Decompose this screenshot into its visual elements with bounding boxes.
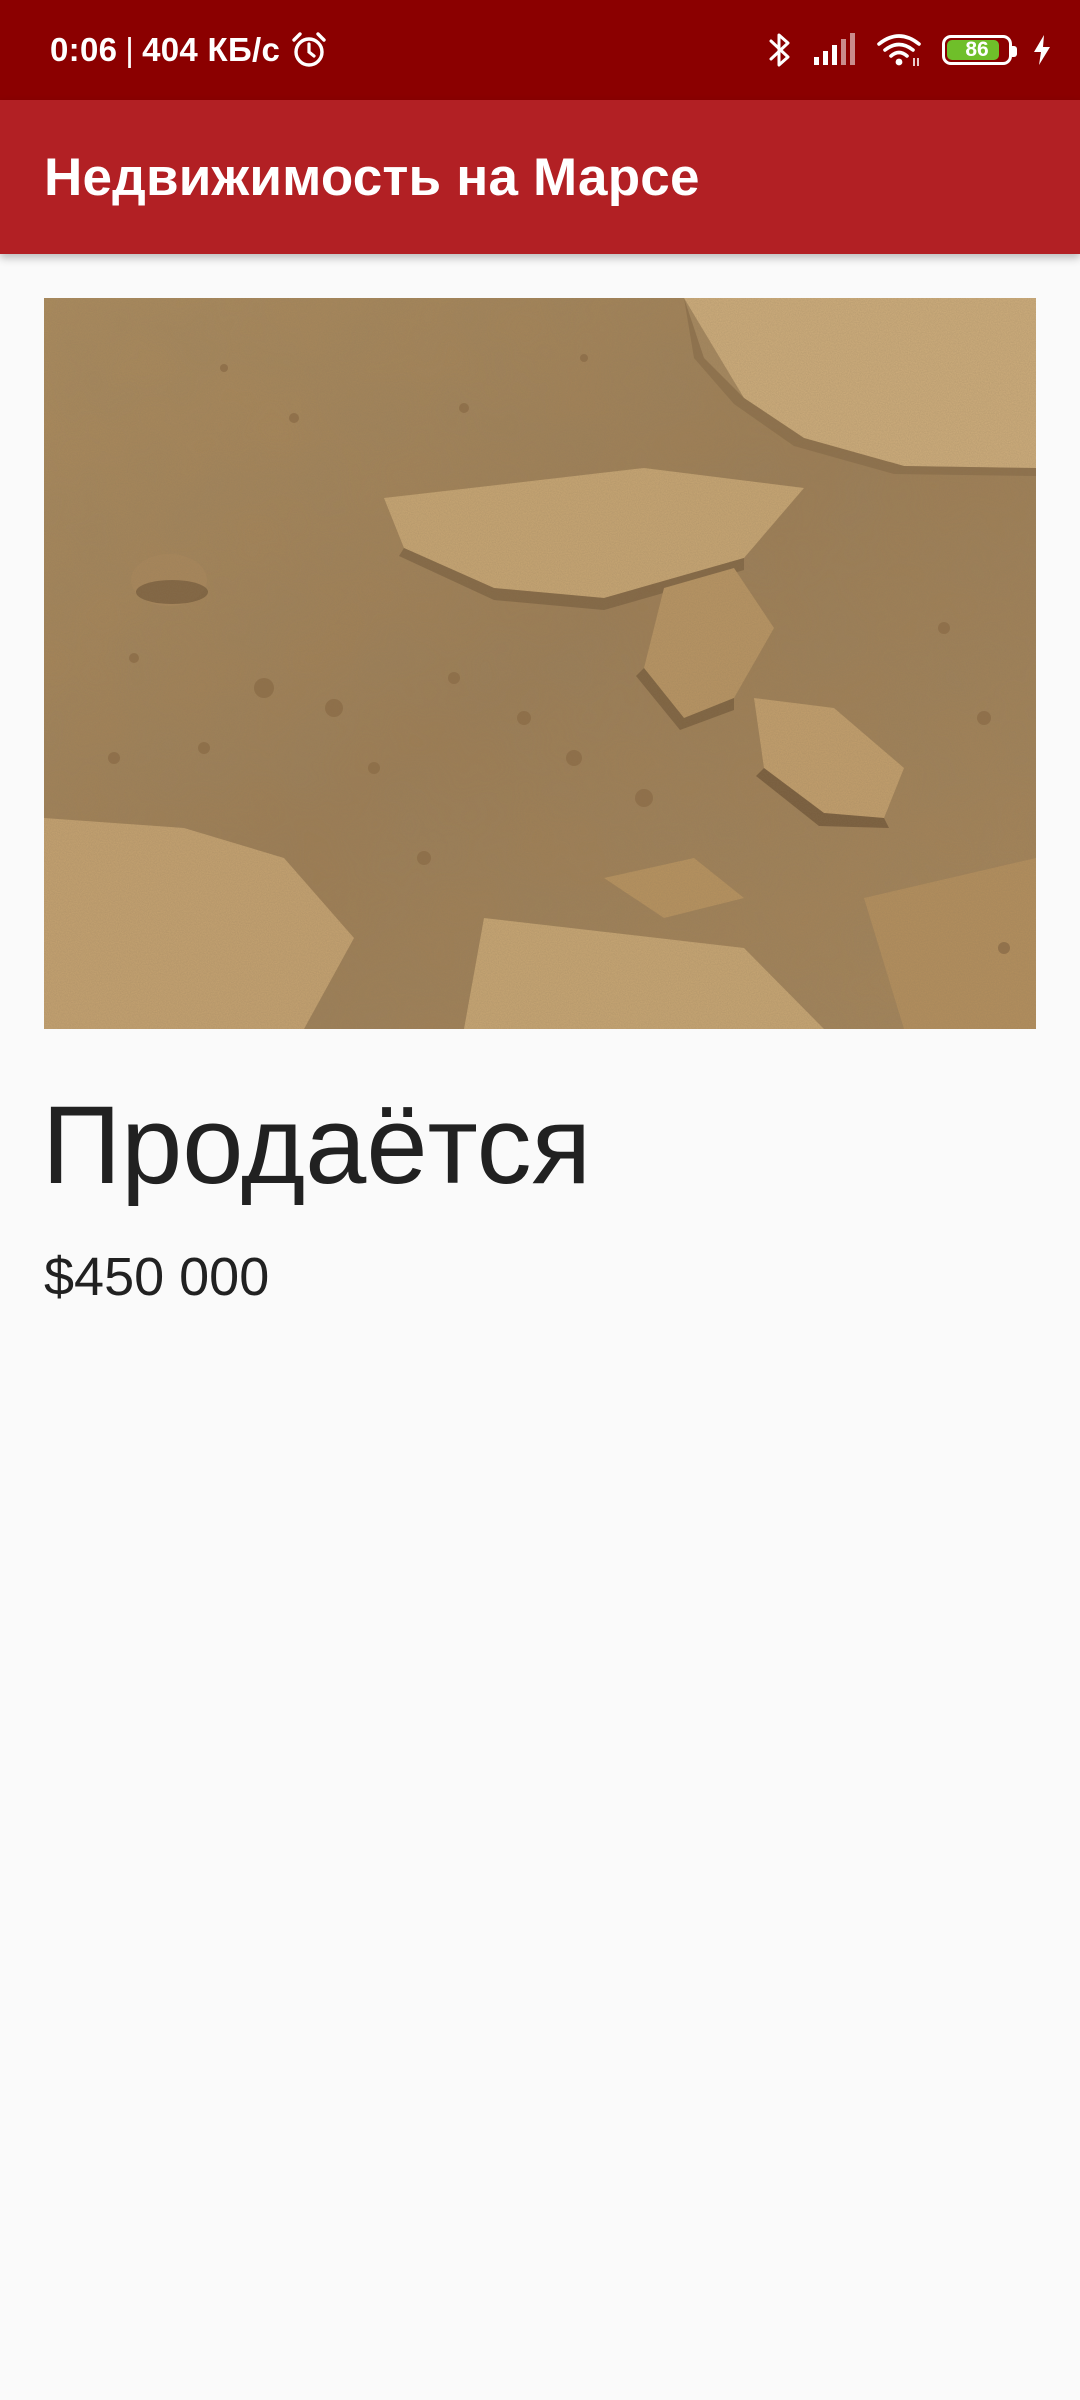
charging-icon [1032,34,1052,66]
app-title: Недвижимость на Марсе [44,147,700,207]
network-speed: 404 КБ/с [142,31,281,68]
alarm-icon [290,31,328,69]
screen: 0:06 | 404 КБ/с 86 Недвижимость на Марсе… [0,0,1080,2400]
status-separator: | [125,31,135,68]
listing-status: Продаётся [42,1084,592,1207]
status-time: 0:06 [50,31,118,68]
battery-level: 86 [965,38,989,61]
property-photo [44,298,1036,1029]
battery-icon: 86 [942,35,1017,65]
battery-cap [1012,46,1017,57]
status-left: 0:06 | 404 КБ/с [50,0,328,100]
wifi-icon [876,32,922,68]
status-right: 86 [768,0,1052,100]
app-bar: Недвижимость на Марсе [0,100,1080,254]
listing-price: $450 000 [44,1247,270,1307]
bluetooth-icon [768,31,792,69]
status-bar: 0:06 | 404 КБ/с 86 [0,0,1080,100]
signal-icon [812,33,856,67]
